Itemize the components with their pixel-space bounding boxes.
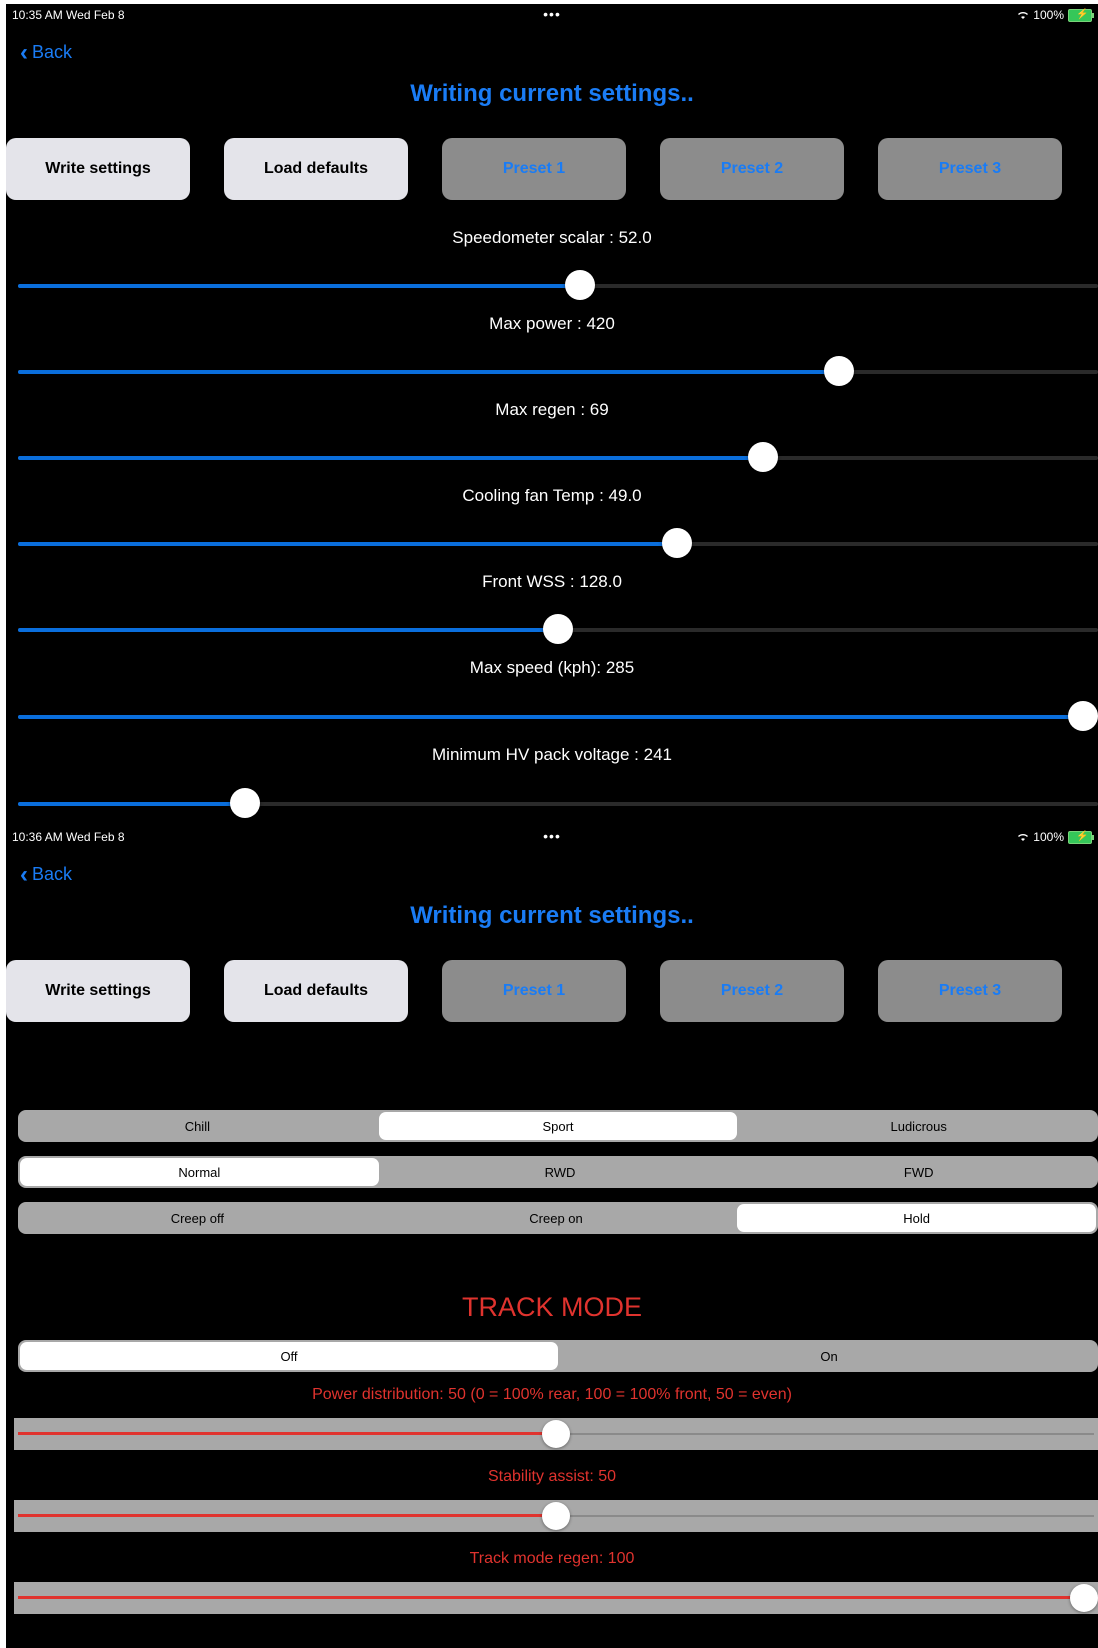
preset-1-button[interactable]: Preset 1 [442, 138, 626, 200]
creep-segmented-control[interactable]: Creep off Creep on Hold [18, 1202, 1098, 1234]
slider-fill [18, 1432, 556, 1435]
battery-percent: 100% [1033, 830, 1064, 844]
cooling-fan-temp-label: Cooling fan Temp : 49.0 [462, 486, 642, 505]
slider-fill [18, 802, 245, 806]
max-speed-slider[interactable] [18, 701, 1098, 731]
back-label: Back [32, 864, 73, 884]
chevron-left-icon: ‹ [20, 860, 28, 888]
wifi-icon [1018, 12, 1029, 19]
slider-thumb[interactable] [542, 1420, 570, 1448]
segment-creep-on[interactable]: Creep on [377, 1202, 736, 1234]
slider-fill [18, 1514, 556, 1517]
segment-chill[interactable]: Chill [18, 1110, 377, 1142]
load-defaults-button[interactable]: Load defaults [224, 138, 408, 200]
min-hv-pack-voltage-slider[interactable] [18, 788, 1098, 818]
segment-on[interactable]: On [560, 1340, 1098, 1372]
track-mode-toggle[interactable]: Off On [18, 1340, 1098, 1372]
slider-fill [18, 715, 1083, 719]
front-wss-slider[interactable] [18, 614, 1098, 644]
status-bar: 10:36 AM Wed Feb 8 ••• 100% ⚡ [12, 828, 1094, 846]
speedometer-scalar-slider[interactable] [18, 270, 1098, 300]
slider-thumb[interactable] [1068, 701, 1098, 731]
chevron-left-icon: ‹ [20, 38, 28, 66]
cooling-fan-temp-slider[interactable] [18, 528, 1098, 558]
slider-thumb[interactable] [823, 356, 854, 386]
status-time: 10:35 AM Wed Feb 8 [12, 8, 125, 22]
status-time: 10:36 AM Wed Feb 8 [12, 830, 125, 844]
write-settings-button[interactable]: Write settings [6, 138, 190, 200]
segment-off[interactable]: Off [20, 1342, 558, 1370]
battery-icon: ⚡ [1068, 8, 1094, 22]
power-distribution-label: Power distribution: 50 (0 = 100% rear, 1… [312, 1386, 792, 1403]
page-title: Writing current settings.. [410, 80, 694, 107]
back-button[interactable]: ‹ Back [20, 860, 73, 888]
drivetrain-segmented-control[interactable]: Normal RWD FWD [18, 1156, 1098, 1188]
preset-3-button[interactable]: Preset 3 [878, 960, 1062, 1022]
segment-sport[interactable]: Sport [378, 1112, 738, 1140]
segment-creep-off[interactable]: Creep off [18, 1202, 377, 1234]
track-mode-regen-label: Track mode regen: 100 [469, 1550, 635, 1567]
settings-screen-1: 10:35 AM Wed Feb 8 ••• 100% ⚡ ‹ Back Wri… [6, 4, 1098, 826]
slider-fill [18, 370, 839, 374]
settings-screen-2: 10:36 AM Wed Feb 8 ••• 100% ⚡ ‹ Back Wri… [6, 826, 1098, 1648]
multitask-dots[interactable]: ••• [543, 6, 561, 22]
segment-ludicrous[interactable]: Ludicrous [739, 1110, 1098, 1142]
slider-fill [18, 1596, 1084, 1599]
slider-fill [18, 628, 558, 632]
stability-assist-label: Stability assist: 50 [487, 1468, 617, 1485]
max-power-label: Max power : 420 [489, 314, 615, 333]
slider-thumb[interactable] [661, 528, 692, 558]
max-speed-label: Max speed (kph): 285 [469, 658, 635, 677]
slider-fill [18, 456, 764, 460]
track-mode-regen-slider[interactable] [14, 1582, 1098, 1614]
power-distribution-slider[interactable] [14, 1418, 1098, 1450]
slider-fill [18, 284, 580, 288]
segment-fwd[interactable]: FWD [739, 1156, 1098, 1188]
status-right: 100% ⚡ [1017, 830, 1094, 844]
slider-thumb[interactable] [748, 442, 779, 472]
write-settings-button[interactable]: Write settings [6, 960, 190, 1022]
page-title: Writing current settings.. [410, 902, 694, 929]
preset-2-button[interactable]: Preset 2 [660, 960, 844, 1022]
slider-thumb[interactable] [542, 1502, 570, 1530]
track-mode-title: TRACK MODE [461, 1292, 642, 1322]
preset-2-button[interactable]: Preset 2 [660, 138, 844, 200]
status-bar: 10:35 AM Wed Feb 8 ••• 100% ⚡ [12, 6, 1094, 24]
max-power-slider[interactable] [18, 356, 1098, 386]
min-hv-pack-voltage-label: Minimum HV pack voltage : 241 [432, 745, 672, 764]
preset-1-button[interactable]: Preset 1 [442, 960, 626, 1022]
charging-bolt-icon: ⚡ [1076, 8, 1089, 20]
slider-thumb[interactable] [543, 614, 573, 644]
slider-thumb[interactable] [229, 788, 260, 818]
status-right: 100% ⚡ [1017, 8, 1094, 22]
back-button[interactable]: ‹ Back [20, 38, 73, 66]
load-defaults-button[interactable]: Load defaults [224, 960, 408, 1022]
front-wss-label: Front WSS : 128.0 [482, 572, 622, 591]
slider-fill [18, 542, 677, 546]
speedometer-scalar-label: Speedometer scalar : 52.0 [452, 228, 652, 247]
battery-percent: 100% [1033, 8, 1064, 22]
back-label: Back [32, 42, 73, 62]
stability-assist-slider[interactable] [14, 1500, 1098, 1532]
slider-thumb[interactable] [564, 270, 595, 300]
max-regen-slider[interactable] [18, 442, 1098, 472]
segment-normal[interactable]: Normal [20, 1158, 379, 1186]
preset-3-button[interactable]: Preset 3 [878, 138, 1062, 200]
battery-icon: ⚡ [1068, 830, 1094, 844]
segment-hold[interactable]: Hold [737, 1204, 1097, 1232]
wifi-icon [1018, 834, 1029, 841]
multitask-dots[interactable]: ••• [543, 828, 561, 844]
charging-bolt-icon: ⚡ [1076, 830, 1089, 842]
max-regen-label: Max regen : 69 [495, 400, 609, 419]
slider-thumb[interactable] [1070, 1584, 1098, 1612]
segment-rwd[interactable]: RWD [381, 1156, 740, 1188]
drive-mode-segmented-control[interactable]: Chill Sport Ludicrous [18, 1110, 1098, 1142]
